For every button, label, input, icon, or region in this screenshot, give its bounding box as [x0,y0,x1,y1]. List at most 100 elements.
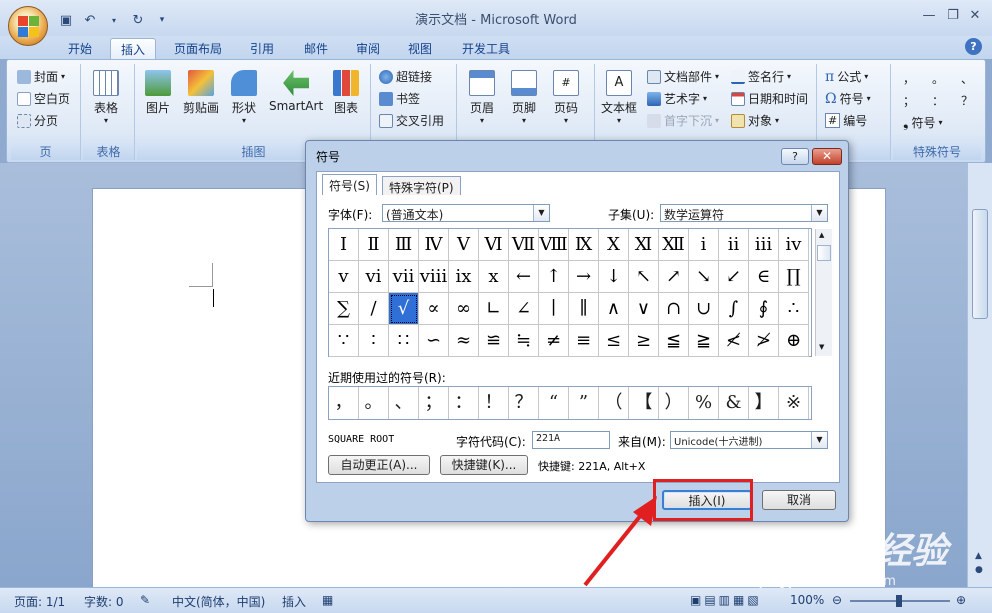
dialog-close-button[interactable]: ✕ [812,148,842,165]
symbol-cell[interactable]: ∝ [419,293,449,325]
zoom-in-icon[interactable]: ⊕ [956,593,966,607]
picture-button[interactable]: 图片 [145,70,171,116]
insert-mode[interactable]: 插入 [282,593,306,610]
numbering-button[interactable]: # 编号 [825,112,867,129]
symbol-cell[interactable]: ∑ [329,293,359,325]
symbol-cell[interactable]: √ [389,293,419,325]
symbol-cell[interactable]: ⅰ [689,229,719,261]
prev-page-icon[interactable]: ▲ [975,551,982,561]
symbol-cell[interactable]: ≧ [689,325,719,357]
symbol-cell[interactable]: ∟ [479,293,509,325]
symbol-cell[interactable]: Ⅳ [419,229,449,261]
recent-symbol-cell[interactable]: ） [659,387,689,419]
help-icon[interactable]: ? [965,38,982,55]
symbol-cell[interactable]: Ⅹ [599,229,629,261]
cover-page-button[interactable]: 封面 ▾ [17,68,65,85]
special-symbol-more-button[interactable]: ❟ 符号 ▾ [903,114,943,131]
zoom-out-icon[interactable]: ⊖ [832,593,842,607]
symbol-cell[interactable]: Ⅺ [629,229,659,261]
symbol-cell[interactable]: ∏ [779,261,809,293]
symbol-grid-scrollbar[interactable]: ▲ ▼ [815,229,832,356]
symbol-cell[interactable]: Ⅸ [569,229,599,261]
symbol-cell[interactable]: ≤ [599,325,629,357]
recent-symbol-cell[interactable]: % [689,387,719,419]
font-select[interactable]: (普通文本) ▼ [382,204,550,222]
symbol-cell[interactable]: ⅴ [329,261,359,293]
symbol-cell[interactable]: ≈ [449,325,479,357]
footer-button[interactable]: 页脚 ▾ [511,70,537,125]
scroll-down-icon[interactable]: ▼ [819,343,824,351]
minimize-icon[interactable]: — [916,8,942,26]
symbol-cell[interactable]: ↖ [629,261,659,293]
blank-page-button[interactable]: 空白页 [17,90,70,107]
symbol-cell[interactable]: Ⅴ [449,229,479,261]
browse-object-icon[interactable]: ● [975,565,983,575]
symbol-cell[interactable]: ≒ [509,325,539,357]
tab-home[interactable]: 开始 [58,38,102,59]
smartart-button[interactable]: SmartArt [269,70,323,113]
wordart-button[interactable]: 艺术字 ▾ [647,90,707,107]
recent-symbol-cell[interactable]: ， [329,387,359,419]
recent-symbol-cell[interactable]: ： [449,387,479,419]
symbol-cell[interactable]: ↘ [689,261,719,293]
recent-symbols[interactable]: ，。、；：！？ “” （【）% &】 ※ [328,386,812,420]
close-window-icon[interactable]: ✕ [962,8,988,26]
chart-button[interactable]: 图表 [333,70,359,116]
symbol-cell[interactable]: ⊕ [779,325,809,357]
recent-symbol-cell[interactable]: 】 [749,387,779,419]
special-symbol[interactable]: 、 [961,70,973,87]
recent-symbol-cell[interactable]: 、 [389,387,419,419]
tab-view[interactable]: 视图 [398,38,442,59]
zoom-slider-thumb[interactable] [896,595,902,607]
zoom-level[interactable]: 100% [790,593,824,607]
tab-references[interactable]: 引用 [240,38,284,59]
symbol-cell[interactable]: ⅱ [719,229,749,261]
char-code-input[interactable]: 221A [532,431,610,449]
symbol-cell[interactable]: ∵ [329,325,359,357]
symbol-cell[interactable]: ← [509,261,539,293]
symbol-cell[interactable]: ∞ [449,293,479,325]
recent-symbol-cell[interactable]: ！ [479,387,509,419]
page-break-button[interactable]: 分页 [17,112,58,129]
symbol-cell[interactable]: ⅸ [449,261,479,293]
symbol-cell[interactable]: ⅲ [749,229,779,261]
symbol-cell[interactable]: ⅶ [389,261,419,293]
symbol-cell[interactable]: ⅷ [419,261,449,293]
word-count[interactable]: 字数: 0 [84,593,124,610]
shortcut-key-button[interactable]: 快捷键(K)... [440,455,528,475]
symbol-grid[interactable]: Ⅰ Ⅱ Ⅲ Ⅳ Ⅴ Ⅵ Ⅶ Ⅷ Ⅸ Ⅹ Ⅺ Ⅻⅰ ⅱ ⅲ ⅳ ⅴ ⅵ ⅶ ⅷ ⅸ ⅹ ← ↑ → ↓ ↖ ↗ ↘ ↙ ∈ ∏ ∑ ∕ √ ∝ ∞ ∟ ∠ ∣… [328,228,832,357]
symbol-cell[interactable]: ⅵ [359,261,389,293]
recent-symbol-cell[interactable]: ？ [509,387,539,419]
vertical-scrollbar[interactable]: ▲ ● [967,163,992,587]
view-buttons[interactable]: ▣▤▥▦▧ [690,593,762,607]
quick-parts-button[interactable]: 文档部件 ▾ [647,68,719,85]
special-symbol[interactable]: ？ [961,92,973,109]
symbol-cell[interactable]: ∽ [419,325,449,357]
header-button[interactable]: 页眉 ▾ [469,70,495,125]
date-time-button[interactable]: 日期和时间 [731,90,808,107]
symbol-cell[interactable]: Ⅻ [659,229,689,261]
symbol-cell[interactable]: ↗ [659,261,689,293]
special-symbol[interactable]: 。 [932,70,944,87]
symbol-cell[interactable]: Ⅵ [479,229,509,261]
recent-symbol-cell[interactable]: 。 [359,387,389,419]
symbol-cell[interactable]: ∣ [539,293,569,325]
symbol-cell[interactable]: ∕ [359,293,389,325]
symbol-cell[interactable]: ∪ [689,293,719,325]
shapes-button[interactable]: 形状 ▾ [231,70,257,125]
recent-symbol-cell[interactable]: “ [539,387,569,419]
object-button[interactable]: 对象 ▾ [731,112,779,129]
autocorrect-button[interactable]: 自动更正(A)... [328,455,430,475]
symbol-cell[interactable]: Ⅷ [539,229,569,261]
special-symbol[interactable]: ， [903,70,915,87]
symbol-cell[interactable]: ∧ [599,293,629,325]
symbol-cell[interactable]: ∶ [359,325,389,357]
symbol-cell[interactable]: ≯ [749,325,779,357]
symbol-cell[interactable]: ∈ [749,261,779,293]
symbol-button[interactable]: Ω 符号 ▾ [825,90,871,107]
symbol-cell[interactable]: ↙ [719,261,749,293]
symbol-cell[interactable]: ∨ [629,293,659,325]
symbol-cell[interactable]: ↓ [599,261,629,293]
tab-special-characters[interactable]: 特殊字符(P) [382,176,461,195]
special-symbol[interactable]: ； [903,92,915,109]
